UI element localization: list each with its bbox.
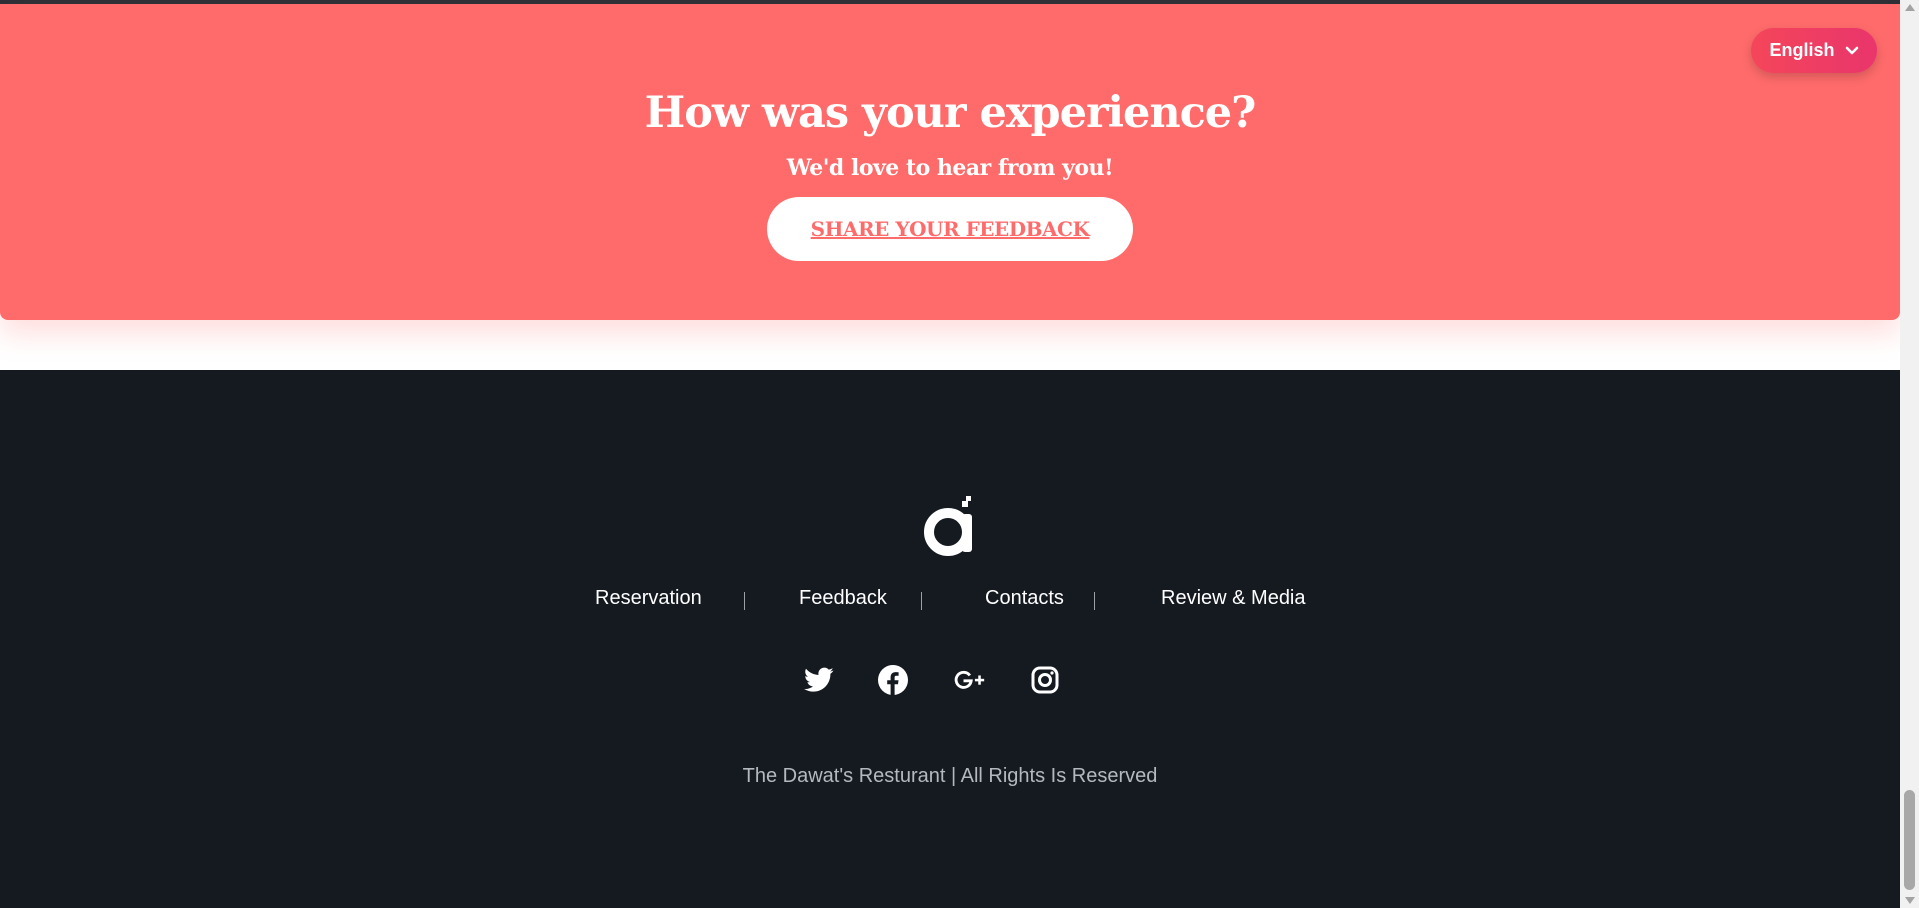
nav-divider	[744, 592, 745, 610]
banner-subtitle: We'd love to hear from you!	[786, 155, 1114, 181]
twitter-icon	[804, 667, 834, 692]
twitter-link[interactable]	[803, 664, 835, 696]
footer-link-review-media[interactable]: Review & Media	[1161, 580, 1306, 616]
footer-link-contacts[interactable]: Contacts	[985, 580, 1064, 616]
language-select[interactable]: English	[1751, 28, 1877, 73]
footer-nav: Reservation Feedback Contacts Review & M…	[0, 580, 1900, 616]
facebook-link[interactable]	[877, 664, 909, 696]
scrollbar-thumb[interactable]	[1904, 790, 1915, 890]
google-plus-link[interactable]	[953, 664, 985, 696]
footer-link-feedback[interactable]: Feedback	[799, 580, 887, 616]
share-feedback-button[interactable]: SHARE YOUR FEEDBACK	[767, 197, 1133, 261]
page: How was your experience? We'd love to he…	[0, 0, 1919, 908]
instagram-icon	[1031, 666, 1059, 694]
google-plus-icon	[954, 670, 985, 689]
facebook-icon	[878, 665, 908, 695]
feedback-banner: How was your experience? We'd love to he…	[0, 4, 1900, 320]
banner-title: How was your experience?	[644, 88, 1257, 138]
brand-logo-icon	[924, 496, 972, 556]
instagram-link[interactable]	[1029, 664, 1061, 696]
chevron-down-icon	[1845, 46, 1858, 54]
nav-divider	[1094, 592, 1095, 610]
footer-link-reservation[interactable]: Reservation	[595, 580, 702, 616]
nav-divider	[921, 592, 922, 610]
vertical-scrollbar[interactable]	[1900, 0, 1919, 908]
copyright-text: The Dawat's Resturant | All Rights Is Re…	[742, 765, 1158, 787]
scroll-up-icon[interactable]	[1905, 4, 1915, 11]
site-footer: Reservation Feedback Contacts Review & M…	[0, 370, 1900, 908]
scroll-down-icon[interactable]	[1905, 897, 1915, 904]
share-feedback-label: SHARE YOUR FEEDBACK	[810, 217, 1090, 241]
language-label: English	[1769, 40, 1835, 60]
